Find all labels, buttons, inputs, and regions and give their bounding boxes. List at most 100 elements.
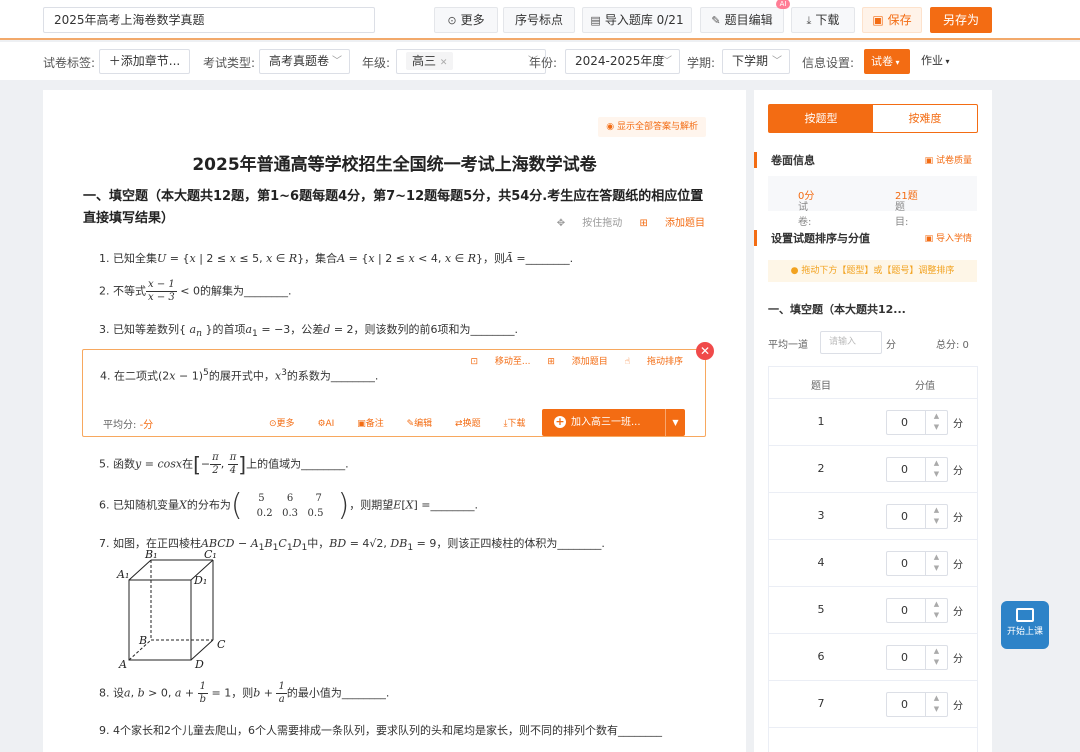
paper-title-input[interactable]: 2025年高考上海卷数学真题 (43, 7, 375, 33)
selected-question-4[interactable]: ✕ ⊡ 移动至... ⊞ 添加题目 ☝ 拖动排序 4. 在二项式(2x − 1)… (82, 342, 714, 437)
add-question-button[interactable]: ⊞ 添加题目 (547, 357, 607, 367)
stepper-arrows-icon[interactable]: ▲ ▼ (925, 599, 947, 622)
stepper-arrows-icon[interactable]: ▲ ▼ (925, 693, 947, 716)
stepper-arrows-icon[interactable]: ▲ ▼ (925, 505, 947, 528)
row-number: 4 (817, 556, 825, 569)
stepper-arrows-icon[interactable]: ▲ ▼ (925, 646, 947, 669)
score-stepper[interactable]: 0 ▲ ▼ (886, 457, 948, 482)
score-stepper[interactable]: 0 ▲ ▼ (886, 504, 948, 529)
stepper-arrows-icon[interactable]: ▲ ▼ (925, 458, 947, 481)
start-class-label: 开始上课 (1006, 627, 1043, 637)
question-1[interactable]: 1. 已知全集U = {x | 2 ≤ x ≤ 5, x ∈ R}，集合A = … (99, 250, 573, 266)
drag-handle[interactable]: ✥ 按住拖动 (557, 218, 623, 229)
question-9[interactable]: 9. 4个家长和2个儿童去爬山，6个人需要排成一条队列，要求队列的头和尾均是家长… (99, 722, 662, 738)
mode-homework-toggle[interactable]: 作业 ▾ (916, 49, 962, 74)
score-stepper[interactable]: 0 ▲ ▼ (886, 598, 948, 623)
join-class-button[interactable]: + 加入高三一班... ▼ (542, 409, 685, 436)
more-tool-button[interactable]: ⊙更多 (269, 419, 305, 429)
close-icon[interactable]: ✕ (440, 58, 448, 68)
info-section-title: 卷面信息 (754, 152, 815, 168)
year-select[interactable]: 2024-2025年度 ﹀ (565, 49, 680, 74)
save-as-button[interactable]: 另存为 (930, 7, 992, 33)
note-tool-button[interactable]: ▣备注 (357, 419, 394, 429)
start-class-button[interactable]: 开始上课 (1001, 601, 1049, 649)
drag-sort-button[interactable]: ☝ 拖动排序 (625, 357, 683, 367)
swap-tool-button[interactable]: ⇄换题 (455, 419, 491, 429)
score-value: 0 (901, 463, 908, 476)
unit-label: 分 (953, 654, 963, 665)
edit-tool-button[interactable]: ✎编辑 (407, 419, 443, 429)
download-button[interactable]: ⤓ 下载 (791, 7, 855, 33)
tool-label: 下载 (507, 419, 526, 429)
chevron-down-icon: ﹀ (662, 56, 672, 67)
paper-title: 2025年普通高等学校招生全国统一考试上海数学试卷 (192, 155, 597, 175)
row-number: 2 (817, 462, 825, 475)
tab-by-difficulty[interactable]: 按难度 (873, 105, 977, 132)
add-chapter-button[interactable]: ＋添加章节... (99, 49, 190, 74)
score-stepper[interactable]: 0 ▲ ▼ (886, 645, 948, 670)
quality-link[interactable]: ▣ 试卷质量 (925, 153, 972, 166)
score-row: 2 0 ▲ ▼ 分 (769, 446, 977, 493)
row-number: 7 (817, 697, 825, 710)
score-stepper[interactable]: 0 ▲ ▼ (886, 410, 948, 435)
stepper-arrows-icon[interactable]: ▲ ▼ (925, 552, 947, 575)
show-all-answers-button[interactable]: ◉ 显示全部答案与解析 (598, 117, 706, 137)
chevron-down-icon[interactable]: ▼ (665, 409, 685, 436)
term-value: 下学期 (732, 54, 769, 68)
add-question-button[interactable]: ⊞ 添加题目 (639, 218, 705, 229)
question-2[interactable]: 2. 不等式 x − 1x − 3 < 0的解集为________. (99, 279, 291, 304)
svg-text:C: C (217, 638, 226, 651)
drag-sort-label: 拖动排序 (646, 357, 683, 367)
question-6[interactable]: 6. 已知随机变量X的分布为(5 6 7 0.2 0.3 0.5)，则期望E[X]… (99, 488, 478, 523)
exam-type-select[interactable]: 高考真题卷 ﹀ (259, 49, 350, 74)
import-bank-button[interactable]: ▤ 导入题库 0/21 (582, 7, 692, 33)
count-label: 题目: (895, 202, 909, 228)
question-top-actions: ⊡ 移动至... ⊞ 添加题目 ☝ 拖动排序 (456, 354, 683, 367)
row-number: 1 (817, 415, 825, 428)
chevron-down-icon: ▾ (943, 57, 950, 66)
save-label: 保存 (887, 13, 912, 27)
tool-label: 换题 (462, 419, 481, 429)
question-5[interactable]: 5. 函数y = cosx在[− π 2, π 4]上的值域为________. (99, 452, 349, 477)
svg-text:D₁: D₁ (193, 574, 207, 587)
download-icon: ⤓ (806, 14, 812, 27)
avg-score-input[interactable]: 请输入 (820, 331, 882, 354)
plus-icon: + (554, 415, 566, 428)
term-select[interactable]: 下学期 ﹀ (722, 49, 790, 74)
drag-label: 按住拖动 (582, 218, 623, 229)
question-type-title[interactable]: 一、填空题（本大题共12... (768, 301, 906, 317)
question-3[interactable]: 3. 已知等差数列{ an }的首项a1 = −3，公差d = 2，则该数列的前… (99, 321, 518, 339)
move-to-button[interactable]: ⊡ 移动至... (470, 357, 530, 367)
download-tool-button[interactable]: ⤓下载 (503, 419, 535, 429)
stepper-arrows-icon[interactable]: ▲ ▼ (925, 411, 947, 434)
number-mark-button[interactable]: 序号标点 (503, 7, 575, 33)
svg-text:B₁: B₁ (144, 548, 158, 561)
tab-by-type[interactable]: 按题型 (769, 105, 873, 132)
score-row: 1 0 ▲ ▼ 分 (769, 399, 977, 446)
save-icon: ▣ (872, 13, 884, 27)
close-icon[interactable]: ✕ (696, 342, 714, 360)
sort-section-title: 设置试题排序与分值 (754, 230, 870, 246)
col-question: 题目 (811, 381, 831, 392)
top-toolbar: 2025年高考上海卷数学真题 ⊙ 更多 序号标点 ▤ 导入题库 0/21 ✎ 题目编辑… (0, 0, 1080, 40)
mode-homework-label: 作业 (921, 54, 943, 67)
show-all-label: 显示全部答案与解析 (616, 122, 698, 132)
chevron-down-icon: ﹀ (772, 56, 782, 67)
score-stepper[interactable]: 0 ▲ ▼ (886, 692, 948, 717)
score-value: 0 (901, 651, 908, 664)
unit-label: 分 (953, 607, 963, 618)
import-study-link[interactable]: ▣ 导入学情 (925, 231, 972, 244)
edit-questions-button[interactable]: ✎ 题目编辑 (700, 7, 784, 33)
row-number: 5 (817, 603, 825, 616)
ai-tool-button[interactable]: ⚙AI (317, 419, 344, 429)
save-button[interactable]: ▣ 保存 (862, 7, 922, 33)
question-4: 4. 在二项式(2x − 1)5的展开式中，x3的系数为________. (100, 367, 379, 383)
grade-select[interactable]: 高三 ✕ ﹀ (396, 49, 546, 74)
score-stepper[interactable]: 0 ▲ ▼ (886, 551, 948, 576)
more-button[interactable]: ⊙ 更多 (434, 7, 498, 33)
avg-value: -分 (139, 420, 154, 431)
score-row: 3 0 ▲ ▼ 分 (769, 493, 977, 540)
question-8[interactable]: 8. 设a, b > 0, a + 1b = 1，则b + 1 a 的最小值为___… (99, 681, 389, 706)
mode-paper-toggle[interactable]: 试卷 ▾ (864, 49, 910, 74)
term-label: 学期: (687, 56, 716, 70)
